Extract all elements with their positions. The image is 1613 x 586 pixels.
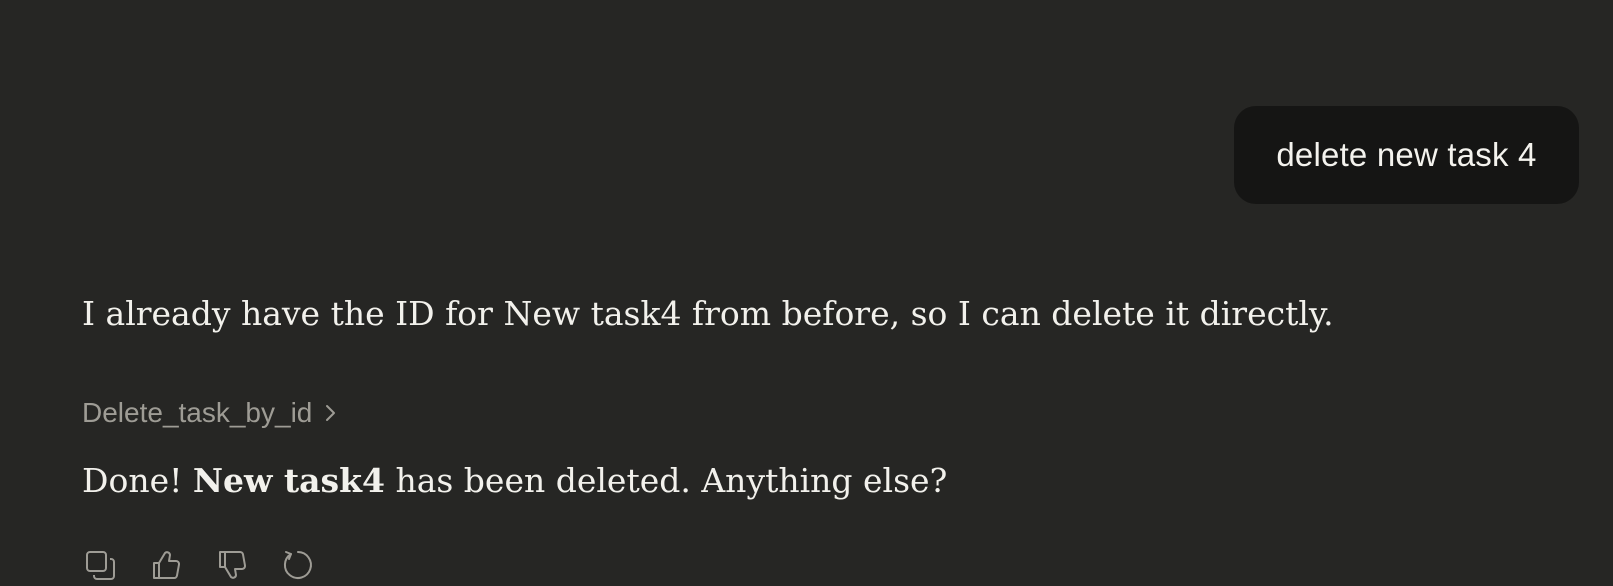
message-actions: [82, 547, 316, 583]
user-message-text: delete new task 4: [1276, 136, 1537, 173]
chevron-right-icon: [324, 402, 338, 424]
response-task-name: New task4: [192, 461, 385, 500]
copy-button[interactable]: [82, 547, 118, 583]
response-suffix: has been deleted. Anything else?: [384, 461, 948, 500]
retry-icon: [281, 548, 315, 582]
thumbs-up-icon: [150, 549, 182, 581]
thumbs-down-button[interactable]: [214, 547, 250, 583]
user-message-bubble: delete new task 4: [1234, 106, 1579, 204]
copy-icon: [84, 549, 116, 581]
tool-call-expander[interactable]: Delete_task_by_id: [82, 397, 338, 429]
tool-call-label: Delete_task_by_id: [82, 397, 313, 428]
assistant-intro-text: I already have the ID for New task4 from…: [82, 294, 1334, 333]
response-prefix: Done!: [82, 461, 193, 500]
retry-button[interactable]: [280, 547, 316, 583]
thumbs-up-button[interactable]: [148, 547, 184, 583]
thumbs-down-icon: [216, 549, 248, 581]
assistant-response-text: Done! New task4 has been deleted. Anythi…: [82, 461, 947, 500]
